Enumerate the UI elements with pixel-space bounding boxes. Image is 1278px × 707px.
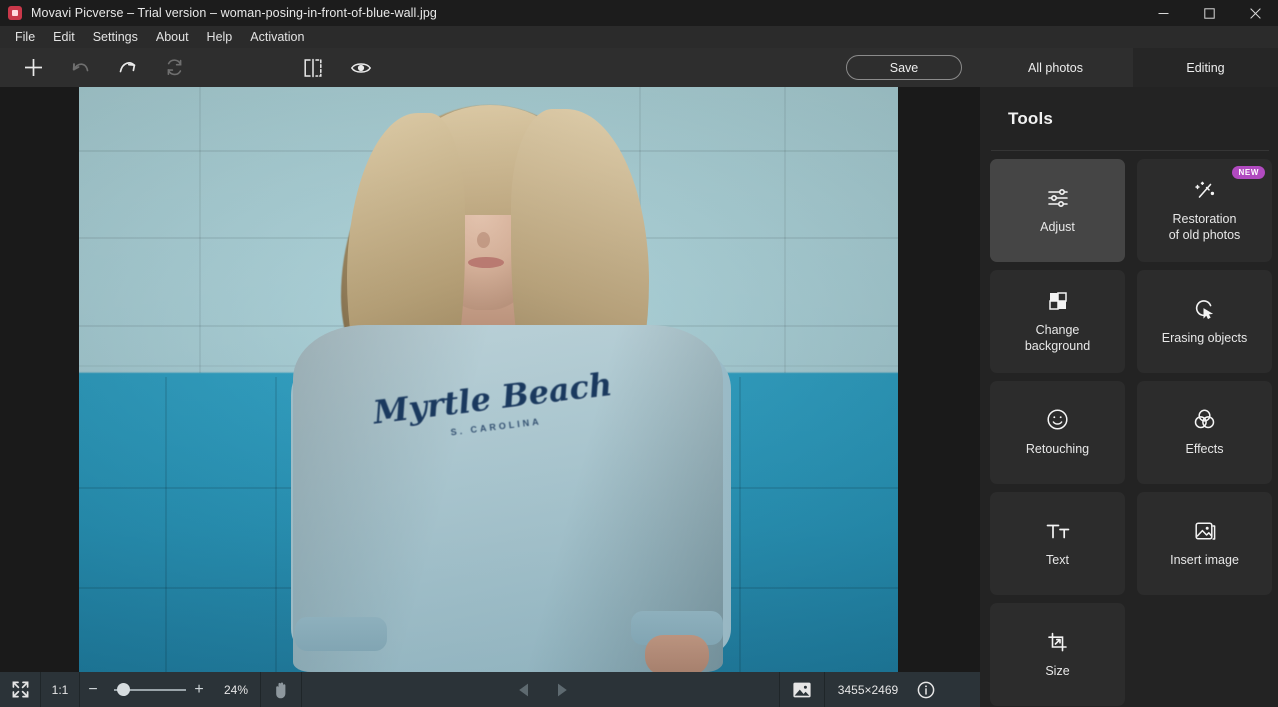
tool-label: Effects xyxy=(1185,442,1224,456)
tool-effects[interactable]: Effects xyxy=(1137,381,1272,484)
tool-restoration-of-old-photos[interactable]: NEW Restoration of old photos xyxy=(1137,159,1272,262)
next-image-icon[interactable] xyxy=(543,672,579,707)
minimize-icon[interactable] xyxy=(1140,0,1186,26)
window-controls xyxy=(1140,0,1278,26)
zoom-out-label: − xyxy=(88,680,98,698)
preview-eye-icon[interactable] xyxy=(344,53,378,83)
tool-label: Change xyxy=(1035,322,1080,337)
tool-label: Text xyxy=(1046,552,1069,567)
undo-icon[interactable] xyxy=(63,53,97,83)
tool-change-background[interactable]: Change background xyxy=(990,270,1125,373)
add-icon[interactable] xyxy=(16,53,50,83)
zoom-slider-handle[interactable] xyxy=(117,683,131,696)
menu-item-edit[interactable]: Edit xyxy=(44,27,84,47)
menu-item-settings[interactable]: Settings xyxy=(84,27,147,47)
redo-icon[interactable] xyxy=(110,53,144,83)
tool-size[interactable]: Size xyxy=(990,603,1125,706)
application-window: Movavi Picverse – Trial version – woman-… xyxy=(0,0,1278,707)
tool-text[interactable]: Text xyxy=(990,492,1125,595)
tool-label: Erasing objects xyxy=(1161,330,1248,345)
menu-item-activation[interactable]: Activation xyxy=(241,27,313,47)
zoom-slider[interactable] xyxy=(106,672,186,707)
tool-label: Retouching xyxy=(1025,442,1090,456)
tool-label: Size xyxy=(1045,663,1070,678)
zoom-in-button[interactable]: + xyxy=(186,672,212,707)
tab-all-photos[interactable]: All photos xyxy=(978,48,1133,87)
crop-resize-icon xyxy=(1046,631,1070,653)
reset-icon[interactable] xyxy=(157,53,191,83)
app-logo-icon xyxy=(8,6,22,20)
fit-to-screen-icon[interactable] xyxy=(0,672,40,707)
zoom-level-label: 24% xyxy=(223,682,249,697)
tool-adjust[interactable]: Adjust xyxy=(990,159,1125,262)
tool-insert-image[interactable]: Insert image xyxy=(1137,492,1272,595)
tool-label-line2: of old photos xyxy=(1168,227,1241,242)
maximize-icon[interactable] xyxy=(1186,0,1232,26)
image-thumbnail-icon[interactable] xyxy=(780,672,824,707)
tool-label: Adjust xyxy=(1040,219,1075,234)
tool-erasing-objects[interactable]: Erasing objects xyxy=(1137,270,1272,373)
actual-size-button[interactable]: 1:1 xyxy=(41,672,79,707)
zoom-out-button[interactable]: − xyxy=(80,672,106,707)
status-separator xyxy=(301,672,302,707)
save-button[interactable]: Save xyxy=(846,55,962,80)
menu-item-about[interactable]: About xyxy=(147,27,198,47)
window-title: Movavi Picverse – Trial version – woman-… xyxy=(31,6,437,20)
hand-pan-icon[interactable] xyxy=(261,672,301,707)
tool-label: Restoration xyxy=(1172,211,1237,226)
close-icon[interactable] xyxy=(1232,0,1278,26)
tool-label-line2: background xyxy=(1024,338,1091,353)
checkerboard-icon xyxy=(1047,290,1069,312)
overlapping-circles-icon xyxy=(1193,408,1216,431)
panel-divider xyxy=(991,150,1269,151)
image-dimensions-label: 3455×2469 xyxy=(837,682,899,697)
panel-title: Tools xyxy=(1008,109,1054,128)
sliders-icon xyxy=(1046,187,1070,209)
smiley-face-icon xyxy=(1046,408,1069,431)
magic-wand-icon xyxy=(1193,179,1217,201)
tab-editing[interactable]: Editing xyxy=(1133,48,1278,87)
tools-grid: Adjust NEW Restoration of old photos Cha… xyxy=(990,159,1272,706)
menu-bar: File Edit Settings About Help Activation xyxy=(0,26,1278,48)
tool-retouching[interactable]: Retouching xyxy=(990,381,1125,484)
new-badge: NEW xyxy=(1231,166,1265,179)
eraser-cursor-icon xyxy=(1193,298,1217,320)
info-icon[interactable] xyxy=(911,672,941,707)
tool-label: Insert image xyxy=(1170,552,1239,567)
menu-item-file[interactable]: File xyxy=(6,27,44,47)
title-bar: Movavi Picverse – Trial version – woman-… xyxy=(0,0,1278,26)
previous-image-icon[interactable] xyxy=(507,672,543,707)
compare-split-icon[interactable] xyxy=(296,53,330,83)
status-bar: 1:1 − + 24% 3455×2469 xyxy=(0,672,980,707)
photo-subject: Myrtle Beach S. CAROLINA xyxy=(79,87,898,672)
photo-preview[interactable]: Myrtle Beach S. CAROLINA xyxy=(79,87,898,672)
menu-item-help[interactable]: Help xyxy=(198,27,242,47)
insert-image-icon xyxy=(1193,520,1217,542)
zoom-in-label: + xyxy=(194,680,204,698)
tools-panel: Tools Adjust NEW Restoration of old phot… xyxy=(980,87,1278,707)
text-tool-icon xyxy=(1045,520,1071,542)
image-canvas[interactable]: Myrtle Beach S. CAROLINA xyxy=(0,87,980,672)
